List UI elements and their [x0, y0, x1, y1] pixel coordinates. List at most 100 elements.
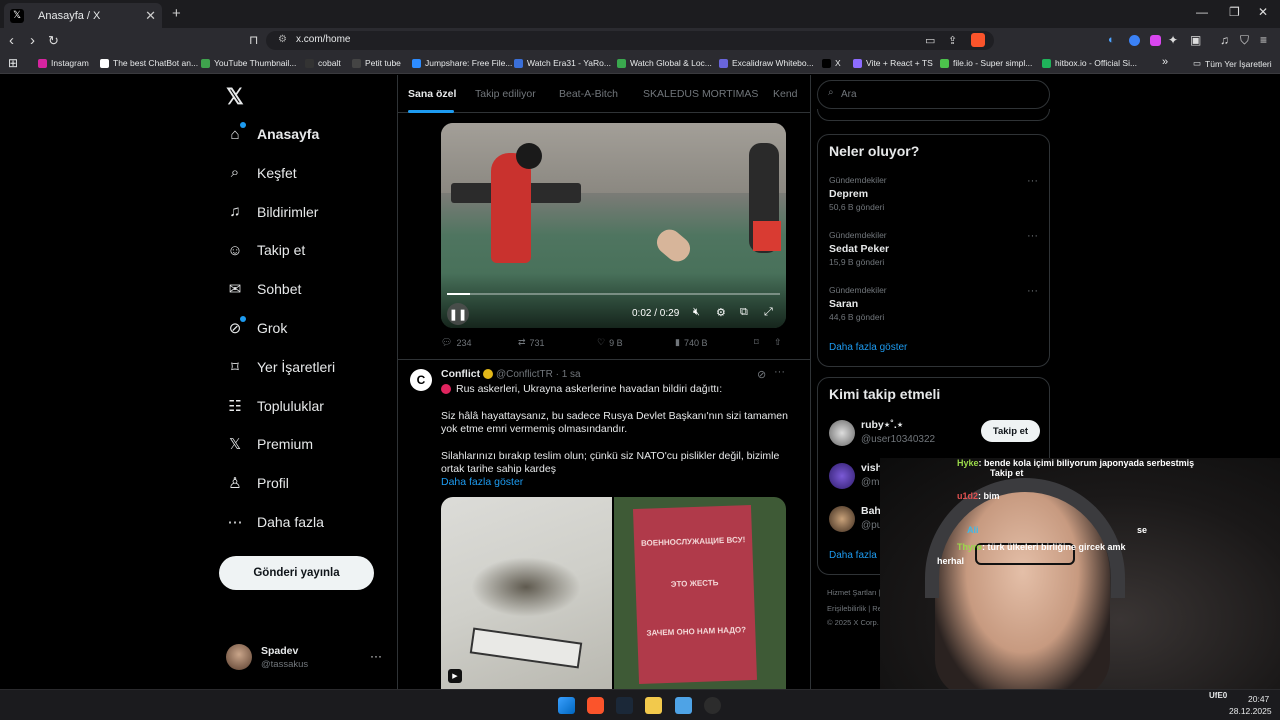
extensions-puzzle-icon[interactable]: ✦ [1168, 33, 1178, 47]
new-tab-icon[interactable]: + [172, 5, 181, 22]
bookmark-item[interactable]: The best ChatBot an... [100, 58, 198, 68]
folder-icon[interactable] [645, 697, 662, 714]
bookmark-item[interactable]: Watch Era31 - YaRo... [514, 58, 611, 68]
trend-item[interactable]: Gündemdekiler Deprem 50,6 B gönderi ··· [829, 175, 1039, 220]
browser-tab-active[interactable]: 𝕏 Anasayfa / X ✕ [4, 3, 162, 28]
extension-icon[interactable]: ◐ [1108, 34, 1115, 46]
bookmark-item[interactable]: Instagram [38, 58, 89, 68]
nav-item-more[interactable]: ⋯ Daha fazla [226, 513, 324, 531]
window-close-icon[interactable]: ✕ [1258, 5, 1268, 19]
pause-icon[interactable]: ❚❚ [447, 303, 469, 325]
avatar[interactable]: C [410, 369, 432, 391]
nav-item-bell[interactable]: ♫ Bildirimler [226, 203, 318, 221]
back-icon[interactable]: ‹ [9, 32, 14, 49]
settings-icon[interactable]: ⚙ [716, 306, 726, 319]
like-button[interactable]: ♡ 9 B [597, 337, 623, 348]
pip-icon[interactable]: ⧉ [740, 306, 748, 319]
tweet-media-poster[interactable]: ВОЕННОСЛУЖАЩИЕ ВСУ! ЭТО ЖЕСТЬ ЗАЧЕМ ОНО … [614, 497, 786, 689]
video-player[interactable]: ❚❚ 0:02 / 0:29 🔇︎ ⚙ ⧉ ⤢ [441, 123, 786, 328]
vpn-icon[interactable]: ⛉ [1240, 33, 1249, 48]
clock-date[interactable]: 28.12.2025 [1229, 706, 1272, 716]
menu-icon[interactable]: ≡ [1260, 33, 1267, 47]
site-info-icon[interactable]: ⚙ [278, 34, 287, 45]
avatar[interactable] [829, 420, 855, 446]
bookmark-item[interactable]: Jumpshare: Free File... [412, 58, 512, 68]
tab-list[interactable]: Kend [773, 88, 798, 100]
author-handle[interactable]: @ConflictTR · 1 sa [496, 369, 581, 380]
bookmark-item[interactable]: Excalidraw Whitebo... [719, 58, 814, 68]
x-logo-icon[interactable]: 𝕏 [226, 84, 244, 110]
restore-icon[interactable]: ❐ [1229, 5, 1240, 19]
share-button[interactable]: ⇧ [774, 337, 782, 348]
post-button[interactable]: Gönderi yayınla [219, 556, 374, 590]
nav-item-bookmark[interactable]: ⌑ Yer İşaretleri [226, 358, 335, 376]
tab-following[interactable]: Takip ediliyor [475, 88, 536, 100]
bookmark-button[interactable]: ⌑ [754, 337, 759, 348]
extension-icon[interactable] [1129, 35, 1140, 46]
clock-time[interactable]: 20:47 [1248, 694, 1269, 704]
nav-item-communities[interactable]: ☷ Topluluklar [226, 397, 324, 415]
avatar[interactable] [829, 463, 855, 489]
sidebar-icon[interactable]: ▣ [1190, 33, 1201, 47]
more-icon[interactable]: ··· [1027, 230, 1038, 242]
app-icon[interactable] [704, 697, 721, 714]
trend-item[interactable]: Gündemdekiler Sedat Peker 15,9 B gönderi ··… [829, 230, 1039, 275]
nav-item-profile[interactable]: ♙ Profil [226, 474, 289, 492]
more-icon[interactable]: ··· [1027, 175, 1038, 187]
close-tab-icon[interactable]: ✕ [145, 8, 156, 24]
fullscreen-icon[interactable]: ⤢ [764, 306, 773, 319]
suggest-name[interactable]: ruby⋆˚.⋆ [861, 419, 903, 431]
trend-item[interactable]: Gündemdekiler Saran 44,6 B gönderi ··· [829, 285, 1039, 330]
more-icon[interactable]: ··· [370, 649, 382, 663]
bookmark-page-icon[interactable]: ⊓ [249, 33, 258, 47]
bookmark-item[interactable]: file.io - Super simpl... [940, 58, 1032, 68]
repost-button[interactable]: ⇄ 731 [518, 337, 545, 348]
tab-list[interactable]: Beat-A-Bitch [559, 88, 618, 100]
views-button[interactable]: ▮ 740 B [675, 337, 707, 348]
author-name[interactable]: Conflict [441, 368, 480, 380]
more-icon[interactable]: ··· [774, 366, 785, 378]
tweet-media-photo[interactable]: ▶ [441, 497, 612, 689]
share-icon[interactable]: ⇪ [948, 34, 957, 47]
reply-button[interactable]: 💬︎ 234 [441, 337, 471, 348]
app-icon[interactable] [675, 697, 692, 714]
trends-show-more[interactable]: Daha fazla göster [829, 342, 907, 353]
url-field[interactable]: ⚙ x.com/home [266, 31, 994, 50]
cast-icon[interactable]: ▭ [925, 34, 935, 47]
nav-item-search[interactable]: ⌕ Keşfet [226, 164, 297, 182]
more-bookmarks-icon[interactable]: » [1162, 56, 1168, 68]
bookmark-item[interactable]: cobalt [305, 58, 341, 68]
nav-item-grok[interactable]: ⊘ Grok [226, 316, 287, 337]
nav-item-x[interactable]: 𝕏 Premium [226, 435, 313, 453]
nav-item-home[interactable]: ⌂ Anasayfa [226, 122, 319, 143]
bookmark-item[interactable]: Petit tube [352, 58, 401, 68]
video-progress-track[interactable] [447, 293, 780, 295]
apps-grid-icon[interactable]: ⊞ [8, 56, 18, 70]
nav-item-mail[interactable]: ✉ Sohbet [226, 280, 302, 298]
bookmark-item[interactable]: hitbox.io - Official Si... [1042, 58, 1137, 68]
extension-icon[interactable] [1150, 35, 1161, 46]
brave-shield-icon[interactable] [971, 33, 985, 47]
bookmark-item[interactable]: Vite + React + TS [853, 58, 933, 68]
account-switcher[interactable]: Spadev @tassakus ··· [226, 644, 386, 674]
steam-icon[interactable] [616, 697, 633, 714]
nav-item-follow[interactable]: ☺ Takip et [226, 241, 305, 259]
minimize-icon[interactable]: — [1196, 5, 1208, 19]
search-input[interactable]: ⌕ Ara [817, 80, 1050, 109]
bookmark-item[interactable]: Watch Global & Loc... [617, 58, 712, 68]
avatar[interactable] [829, 506, 855, 532]
reload-icon[interactable]: ↻ [48, 33, 59, 49]
media-icon[interactable]: ♫ [1220, 33, 1229, 47]
brave-icon[interactable] [587, 697, 604, 714]
mute-icon[interactable]: 🔇︎ [693, 306, 700, 319]
bookmark-item[interactable]: YouTube Thumbnail... [201, 58, 296, 68]
all-bookmarks-folder[interactable]: ▭ Tüm Yer İşaretleri [1193, 58, 1272, 69]
grok-icon[interactable]: ⊘ [757, 368, 766, 381]
start-icon[interactable] [558, 697, 575, 714]
forward-icon[interactable]: › [30, 32, 35, 49]
bookmark-item[interactable]: X [822, 58, 841, 68]
tab-list[interactable]: SKALEDUS MORTIMAS [643, 88, 758, 100]
more-icon[interactable]: ··· [1027, 285, 1038, 297]
follow-button[interactable]: Takip et [981, 420, 1040, 442]
show-more-link[interactable]: Daha fazla göster [441, 476, 523, 489]
